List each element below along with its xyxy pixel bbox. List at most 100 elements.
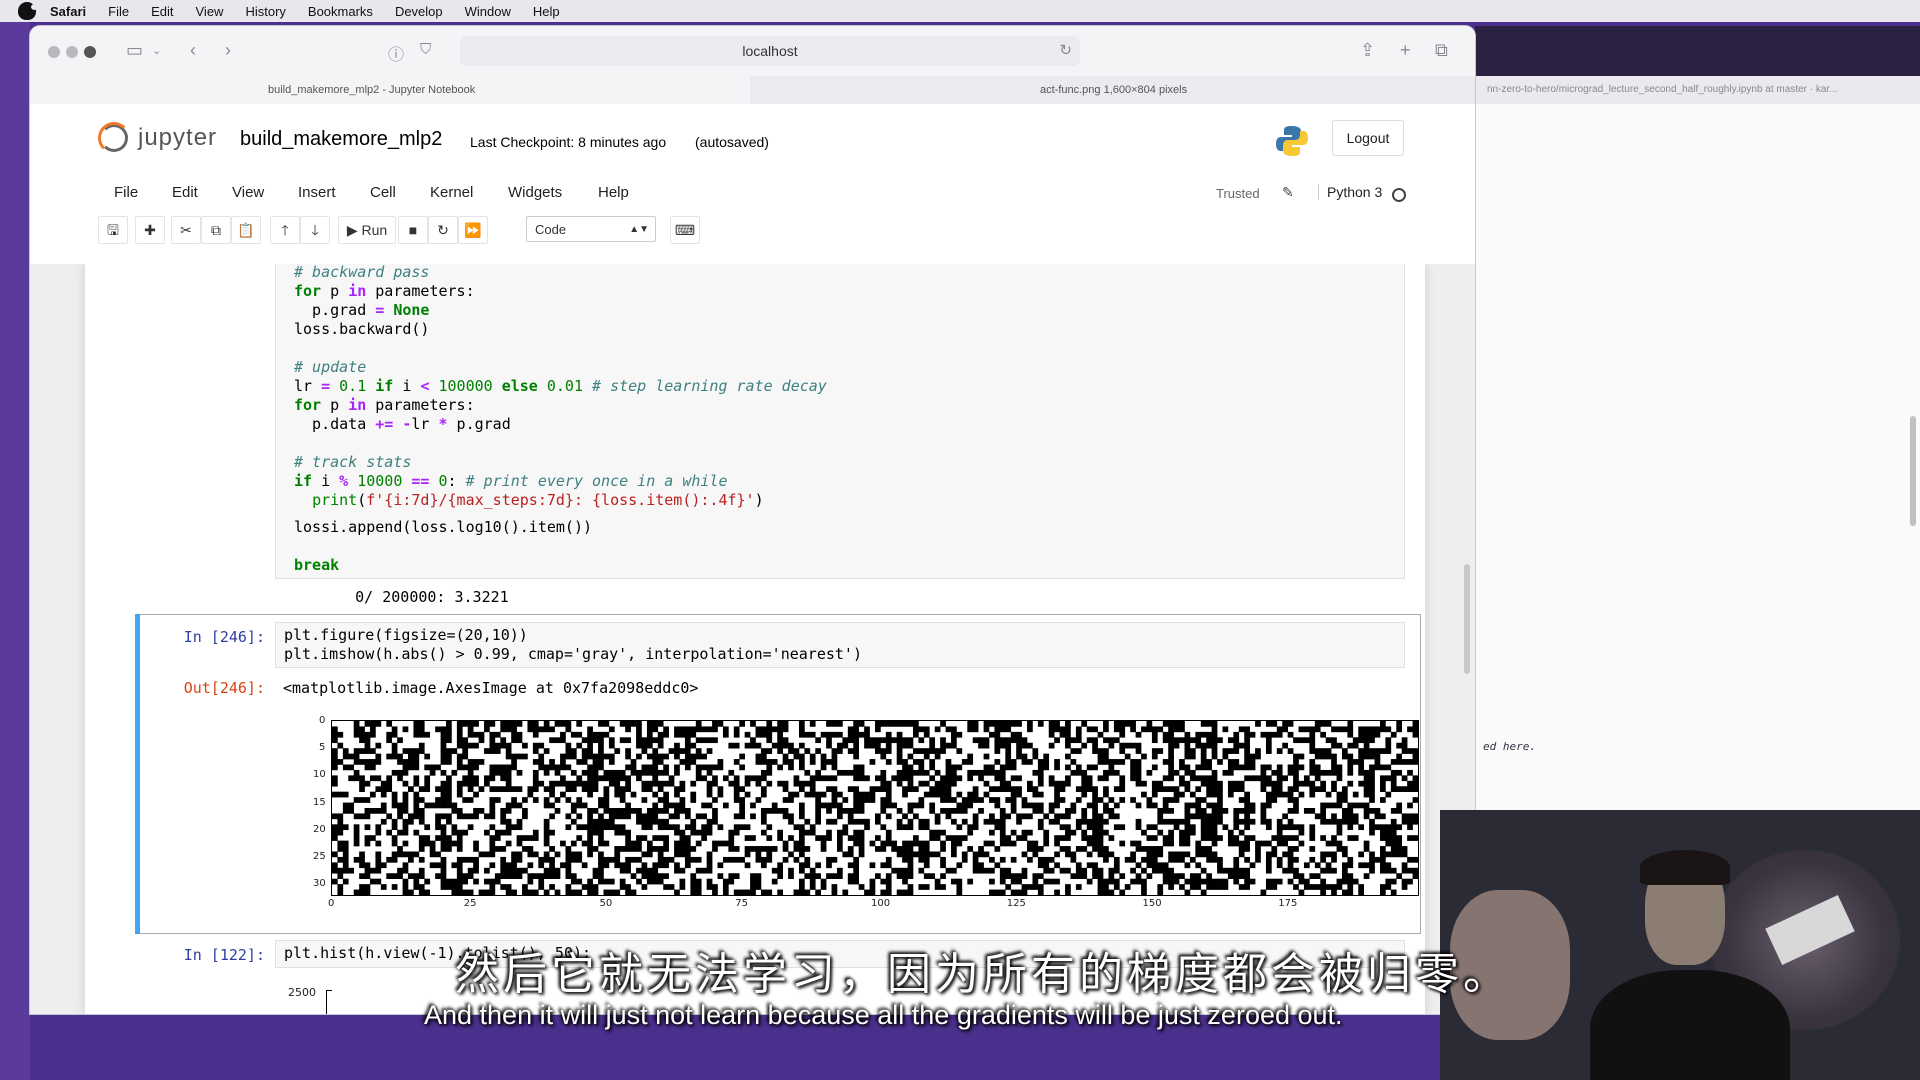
matrix-cell — [1369, 824, 1375, 831]
privacy-report-icon[interactable]: ⓘ — [388, 41, 404, 65]
stop-icon[interactable]: ■ — [398, 216, 428, 244]
cut-icon[interactable]: ✂ — [171, 216, 201, 244]
matrix-cell — [1010, 808, 1017, 814]
zoom-window-button[interactable] — [84, 46, 96, 58]
jupyter-menu-insert[interactable]: Insert — [298, 184, 336, 201]
kernel-name[interactable]: Python 3 — [1318, 184, 1382, 200]
matrix-cell — [913, 813, 919, 820]
matrix-cell — [511, 889, 517, 895]
matrix-cell — [592, 829, 599, 836]
matrix-cell — [929, 829, 936, 836]
keyboard-icon[interactable]: ⌨ — [670, 216, 700, 244]
matrix-cell — [907, 846, 914, 852]
run-button[interactable]: ▶ Run — [338, 216, 396, 244]
jupyter-menu-help[interactable]: Help — [598, 184, 629, 201]
code-cell-training-loop[interactable]: # backward pass for p in parameters: p.g… — [275, 264, 1405, 524]
minimize-window-button[interactable] — [66, 46, 78, 58]
save-icon[interactable]: 🖫 — [98, 216, 128, 244]
menubar-item-view[interactable]: View — [196, 4, 224, 19]
close-window-button[interactable] — [48, 46, 60, 58]
tab-overview-icon[interactable]: ⧉ — [1435, 40, 1448, 61]
matrix-cell — [1276, 824, 1283, 831]
matrix-cell — [798, 867, 805, 874]
matrix-cell — [1075, 824, 1082, 831]
matrix-cell — [1097, 889, 1104, 895]
jupyter-menu-widgets[interactable]: Widgets — [508, 184, 562, 201]
cell-type-select[interactable]: Code ▲▼ — [526, 216, 656, 242]
matrix-cell — [755, 851, 762, 858]
matrix-cell — [1103, 769, 1109, 776]
cell-type-value: Code — [535, 222, 567, 237]
jupyter-menu-file[interactable]: File — [114, 184, 138, 201]
back-icon[interactable]: ‹ — [190, 40, 196, 61]
new-tab-icon[interactable]: + — [1400, 40, 1411, 61]
copy-icon[interactable]: ⧉ — [201, 216, 231, 244]
matrix-cell — [766, 737, 773, 744]
apple-icon[interactable] — [18, 2, 38, 20]
matrix-cell — [1276, 764, 1283, 771]
code-cell-training-loop-end[interactable]: lossi.append(loss.log10().item()) break — [275, 518, 1405, 579]
matrix-cell — [1010, 840, 1017, 847]
fast-forward-icon[interactable]: ⏩ — [458, 216, 488, 244]
matrix-cell — [1325, 721, 1332, 727]
jupyter-menu-cell[interactable]: Cell — [370, 184, 396, 201]
address-bar[interactable]: localhost ↻ — [460, 36, 1080, 66]
chevron-down-icon[interactable]: ⌄ — [152, 44, 161, 57]
menubar-app-name[interactable]: Safari — [50, 4, 86, 19]
jupyter-menu-view[interactable]: View — [232, 184, 264, 201]
notebook-scrollbar[interactable] — [1464, 564, 1470, 674]
reload-icon[interactable]: ↻ — [1059, 36, 1072, 66]
menubar-item-history[interactable]: History — [245, 4, 285, 19]
code-cell-imshow[interactable]: plt.figure(figsize=(20,10)) plt.imshow(h… — [275, 622, 1405, 668]
matrix-cell — [674, 802, 680, 809]
notebook-name[interactable]: build_makemore_mlp2 — [240, 128, 442, 151]
forward-icon[interactable]: › — [225, 40, 231, 61]
matrix-cell — [1168, 835, 1174, 841]
matrix-cell — [788, 835, 794, 841]
matrix-cell — [1021, 742, 1028, 749]
menubar-item-file[interactable]: File — [108, 4, 129, 19]
paste-icon[interactable]: 📋 — [231, 216, 261, 244]
matrix-cell — [467, 764, 474, 771]
trusted-indicator[interactable]: Trusted — [1210, 184, 1266, 203]
matrix-cell — [413, 726, 420, 733]
matrix-cell — [1206, 721, 1212, 727]
jupyter-menu-kernel[interactable]: Kernel — [430, 184, 473, 201]
tab-notebook[interactable]: build_makemore_mlp2 - Jupyter Notebook — [30, 76, 750, 104]
menubar-item-help[interactable]: Help — [533, 4, 560, 19]
jupyter-logo[interactable]: jupyter — [98, 122, 217, 154]
matrix-cell — [1276, 731, 1283, 738]
matrix-cell — [733, 780, 740, 787]
shield-icon[interactable]: ⛉ — [420, 41, 431, 58]
matrix-cell — [484, 748, 490, 754]
matrix-cell — [1065, 742, 1071, 749]
menubar-item-bookmarks[interactable]: Bookmarks — [308, 4, 373, 19]
share-icon[interactable]: ⇪ — [1360, 40, 1375, 61]
move-up-icon[interactable]: 🡑 — [270, 216, 300, 244]
matrix-cell — [668, 775, 675, 782]
matrix-cell — [945, 726, 952, 733]
background-window-tab[interactable]: nn-zero-to-hero/micrograd_lecture_second… — [1475, 76, 1920, 104]
matrix-cell — [332, 780, 338, 787]
matrix-cell — [625, 808, 631, 814]
logout-button[interactable]: Logout — [1332, 120, 1404, 156]
matrix-cell — [1065, 753, 1071, 760]
menubar-item-develop[interactable]: Develop — [395, 4, 443, 19]
matrix-cell — [598, 856, 604, 863]
matrix-cell — [940, 797, 946, 803]
background-scrollbar[interactable] — [1910, 416, 1916, 526]
matrix-cell — [967, 824, 974, 831]
matrix-cell — [891, 846, 898, 852]
menubar-item-edit[interactable]: Edit — [151, 4, 173, 19]
restart-icon[interactable]: ↻ — [428, 216, 458, 244]
move-down-icon[interactable]: 🡓 — [300, 216, 330, 244]
tab-act-func[interactable]: act-func.png 1,600×804 pixels — [750, 76, 1475, 104]
sidebar-icon[interactable]: ▭ — [126, 40, 143, 61]
pencil-icon[interactable]: ✎ — [1282, 184, 1294, 201]
matrix-cell — [684, 742, 691, 749]
insert-cell-icon[interactable]: ✚ — [135, 216, 165, 244]
matrix-cell — [858, 775, 865, 782]
menubar-item-window[interactable]: Window — [465, 4, 511, 19]
jupyter-menu-edit[interactable]: Edit — [172, 184, 198, 201]
matrix-cell — [695, 726, 702, 733]
